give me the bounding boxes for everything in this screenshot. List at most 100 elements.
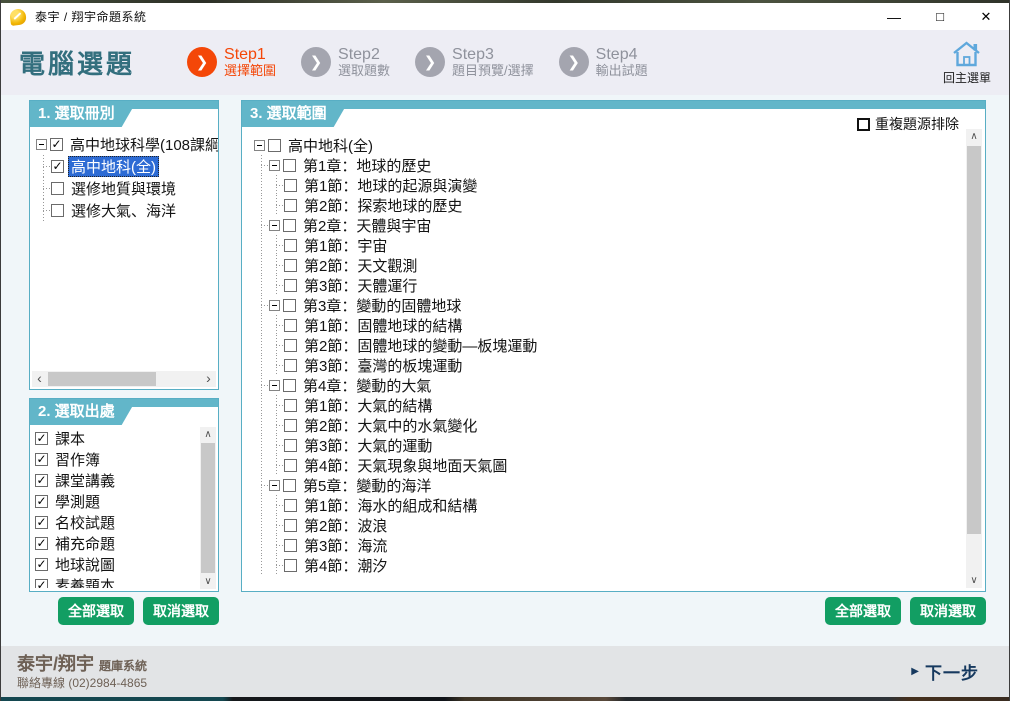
checkbox[interactable] xyxy=(284,179,297,192)
checkbox[interactable]: ✓ xyxy=(35,579,48,588)
checkbox[interactable] xyxy=(283,479,296,492)
source-item-label[interactable]: 習作簿 xyxy=(52,449,103,470)
scope-deselect-all-button[interactable]: 取消選取 xyxy=(910,597,986,625)
checkbox[interactable]: ✓ xyxy=(50,138,63,151)
checkbox[interactable] xyxy=(284,459,297,472)
collapse-icon[interactable] xyxy=(269,480,280,491)
checkbox[interactable] xyxy=(51,182,64,195)
tree-item-label[interactable]: 第3節：大氣的運動 xyxy=(301,435,435,456)
scroll-up-icon[interactable]: ∧ xyxy=(200,427,216,442)
tree-item-label[interactable]: 第2節：天文觀測 xyxy=(301,255,420,276)
source-item-label[interactable]: 地球說圖 xyxy=(52,554,118,575)
next-step-button[interactable]: ▶ 下一步 xyxy=(911,659,979,684)
tree-item-label[interactable]: 第4節：潮汐 xyxy=(301,555,390,576)
tree-item-label[interactable]: 高中地球科學(108課綱) xyxy=(67,134,218,155)
books-deselect-all-button[interactable]: 取消選取 xyxy=(143,597,219,625)
source-item-label[interactable]: 名校試題 xyxy=(52,512,118,533)
tree-item-label[interactable]: 第3節：臺灣的板塊運動 xyxy=(301,355,465,376)
scope-vertical-scrollbar[interactable]: ∧ ∨ xyxy=(966,129,982,588)
collapse-icon[interactable] xyxy=(269,380,280,391)
checkbox[interactable] xyxy=(268,139,281,152)
checkbox[interactable] xyxy=(284,359,297,372)
checkbox[interactable] xyxy=(284,199,297,212)
checkbox[interactable] xyxy=(283,299,296,312)
checkbox[interactable] xyxy=(51,204,64,217)
checkbox[interactable]: ✓ xyxy=(35,432,48,445)
books-select-all-button[interactable]: 全部選取 xyxy=(58,597,134,625)
source-item-label[interactable]: 補充命題 xyxy=(52,533,118,554)
checkbox[interactable] xyxy=(284,259,297,272)
checkbox[interactable]: ✓ xyxy=(35,495,48,508)
checkbox[interactable] xyxy=(284,339,297,352)
checkbox[interactable] xyxy=(283,219,296,232)
scroll-right-icon[interactable]: › xyxy=(201,371,216,387)
scrollbar-thumb[interactable] xyxy=(201,443,215,573)
scope-select-all-button[interactable]: 全部選取 xyxy=(825,597,901,625)
checkbox[interactable]: ✓ xyxy=(35,453,48,466)
tree-item-label[interactable]: 第4節：天氣現象與地面天氣圖 xyxy=(301,455,510,476)
collapse-icon[interactable] xyxy=(269,220,280,231)
tree-item-label[interactable]: 第3章：變動的固體地球 xyxy=(300,295,464,316)
source-item-label[interactable]: 學測題 xyxy=(52,491,103,512)
checkbox[interactable]: ✓ xyxy=(51,160,64,173)
dedupe-checkbox[interactable]: 重複題源排除 xyxy=(857,114,959,134)
tree-item-label[interactable]: 第1節：宇宙 xyxy=(301,235,390,256)
tree-branch xyxy=(269,275,284,295)
tree-item-label[interactable]: 選修大氣、海洋 xyxy=(68,200,179,221)
source-item-label[interactable]: 課堂講義 xyxy=(52,470,118,491)
checkbox[interactable] xyxy=(284,499,297,512)
tree-item-label[interactable]: 第2節：固體地球的變動—板塊運動 xyxy=(301,335,540,356)
scroll-down-icon[interactable]: ∨ xyxy=(200,574,216,589)
tree-item-label[interactable]: 第3節：海流 xyxy=(301,535,390,556)
source-item-label[interactable]: 素養題本 xyxy=(52,575,118,588)
checkbox[interactable] xyxy=(284,519,297,532)
books-horizontal-scrollbar[interactable]: ‹ › xyxy=(32,371,216,387)
tree-item-label[interactable]: 第2節：波浪 xyxy=(301,515,390,536)
home-button[interactable]: 回主選單 xyxy=(943,39,995,86)
checkbox[interactable] xyxy=(284,279,297,292)
tree-item-label[interactable]: 高中地科(全) xyxy=(285,135,376,156)
tree-item-label[interactable]: 第1節：固體地球的結構 xyxy=(301,315,465,336)
checkbox[interactable]: ✓ xyxy=(35,474,48,487)
sources-vertical-scrollbar[interactable]: ∧ ∨ xyxy=(200,427,216,589)
tree-item-label[interactable]: 第3節：天體運行 xyxy=(301,275,420,296)
scroll-down-icon[interactable]: ∨ xyxy=(966,573,982,588)
collapse-icon[interactable] xyxy=(269,300,280,311)
scrollbar-thumb[interactable] xyxy=(967,146,981,534)
checkbox[interactable] xyxy=(284,559,297,572)
checkbox[interactable]: ✓ xyxy=(35,558,48,571)
maximize-button[interactable]: □ xyxy=(917,3,963,30)
checkbox[interactable] xyxy=(284,319,297,332)
collapse-icon[interactable] xyxy=(36,139,47,150)
checkbox[interactable]: ✓ xyxy=(35,537,48,550)
window-controls: — □ ✕ xyxy=(871,3,1009,30)
checkbox[interactable] xyxy=(283,159,296,172)
tree-item-label[interactable]: 第5章：變動的海洋 xyxy=(300,475,434,496)
minimize-button[interactable]: — xyxy=(871,3,917,30)
collapse-icon[interactable] xyxy=(269,160,280,171)
tree-item-label[interactable]: 選修地質與環境 xyxy=(68,178,179,199)
tree-item-label[interactable]: 第4章：變動的大氣 xyxy=(300,375,434,396)
source-item-label[interactable]: 課本 xyxy=(52,428,88,449)
scrollbar-thumb[interactable] xyxy=(48,372,156,386)
checkbox[interactable] xyxy=(283,379,296,392)
checkbox[interactable] xyxy=(284,239,297,252)
checkbox[interactable] xyxy=(284,539,297,552)
tree-item-label[interactable]: 第2節：探索地球的歷史 xyxy=(301,195,465,216)
scroll-up-icon[interactable]: ∧ xyxy=(966,129,982,144)
tree-item-label[interactable]: 高中地科(全) xyxy=(68,156,159,177)
tree-item-label[interactable]: 第2節：大氣中的水氣變化 xyxy=(301,415,480,436)
dedupe-checkbox-box[interactable] xyxy=(857,118,870,131)
checkbox[interactable] xyxy=(284,419,297,432)
checkbox[interactable]: ✓ xyxy=(35,516,48,529)
collapse-icon[interactable] xyxy=(254,140,265,151)
tree-item-label[interactable]: 第1節：大氣的結構 xyxy=(301,395,435,416)
scroll-left-icon[interactable]: ‹ xyxy=(32,371,47,387)
tree-item-label[interactable]: 第1節：海水的組成和結構 xyxy=(301,495,480,516)
checkbox[interactable] xyxy=(284,439,297,452)
tree-item-label[interactable]: 第1節：地球的起源與演變 xyxy=(301,175,480,196)
close-button[interactable]: ✕ xyxy=(963,3,1009,30)
checkbox[interactable] xyxy=(284,399,297,412)
tree-item-label[interactable]: 第2章：天體與宇宙 xyxy=(300,215,434,236)
tree-item-label[interactable]: 第1章：地球的歷史 xyxy=(300,155,434,176)
